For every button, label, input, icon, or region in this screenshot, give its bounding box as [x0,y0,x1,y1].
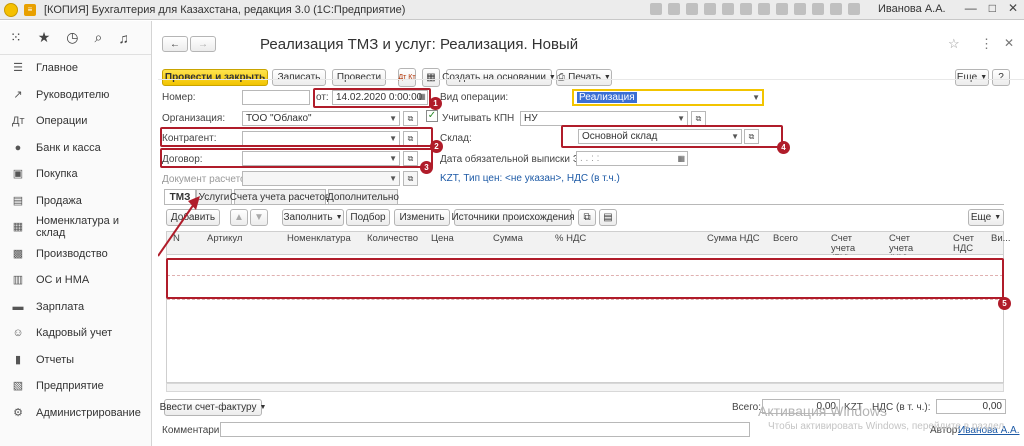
calendar-icon[interactable] [758,3,770,15]
toolbar-divider [158,79,1024,80]
favorites-star-icon[interactable]: ★ [38,29,51,46]
sidebar-item[interactable]: ☺ Кадровый учет [0,320,151,347]
sidebar-item-label: Руководителю [36,88,110,101]
sidebar-item[interactable]: ▦ Номенклатура и склад [0,214,151,241]
bell-icon[interactable] [794,3,806,15]
history-icon[interactable] [812,3,824,15]
sidebar-item[interactable]: ▬ Зарплата [0,294,151,321]
window-controls: — □ ✕ [965,1,1018,15]
sidebar-item[interactable]: ▮ Отчеты [0,347,151,374]
sidebar-item-label: Операции [36,115,88,128]
windows-activation-hint: Чтобы активировать Windows, перейдите в … [768,421,1005,432]
search-icon[interactable]: ⌕ [95,29,103,46]
sidebar-item-icon: ● [14,141,22,154]
sidebar-item-icon: ▧ [12,380,24,393]
notifications-bell-icon[interactable]: ♫ [118,30,129,46]
sidebar-item-icon: ▦ [12,221,24,234]
sidebar-item-icon: ▬ [12,300,24,313]
sidebar-item-label: Главное [36,62,79,75]
sidebar-item-icon: ⚙ [13,406,23,419]
current-user[interactable]: Иванова А.А. [878,3,946,15]
maximize-button[interactable]: □ [989,1,996,15]
sections-sidebar: ⁙ ★ ◷ ⌕ ♫ ☰ Главное ↗ Руководителю Дт Операци… [0,21,152,446]
sidebar-item-label: Номенклатура и склад [35,215,119,240]
sidebar-item-icon: ▩ [12,247,24,260]
chevron-down-icon: ▼ [259,404,267,411]
arrow-head [188,196,200,210]
sidebar-item-icon: ▤ [12,194,24,207]
window-titlebar: ≡ [КОПИЯ] Бухгалтерия для Казахстана, ре… [0,0,1024,20]
preview-icon[interactable] [686,3,698,15]
sidebar-item-label: Зарплата [36,300,85,313]
annotation-arrow [158,196,200,257]
comment-label: Комментарий: [162,425,228,436]
sidebar-item-label: Покупка [36,168,78,181]
close-window-button[interactable]: ✕ [1008,1,1018,15]
sidebar-item-icon: Дт [12,115,25,128]
sidebar-item[interactable]: ▧ Предприятие [0,373,151,400]
memory-icon[interactable] [776,3,788,15]
sidebar-item-label: Отчеты [36,353,75,366]
sidebar-item-label: Банк и касса [36,141,101,154]
sidebar-item[interactable]: Дт Операции [0,108,151,135]
sidebar-item[interactable]: ⚙ Администрирование [0,400,151,427]
sidebar-item-label: Кадровый учет [36,327,113,340]
sidebar-item-icon: ▣ [12,168,24,181]
app-logo-icon [4,2,18,17]
sidebar-item[interactable]: ▤ Продажа [0,188,151,215]
history-clock-icon[interactable]: ◷ [66,29,78,46]
sidebar-item[interactable]: ↗ Руководителю [0,82,151,109]
star-icon[interactable] [830,3,842,15]
sidebar-item-label: Продажа [36,194,82,207]
bookmark-icon[interactable] [848,3,860,15]
minimize-button[interactable]: — [965,1,977,15]
sidebar-item-label: Администрирование [36,406,141,419]
calc-icon[interactable] [740,3,752,15]
total-label: Всего: [732,402,761,413]
sidebar-item[interactable]: ● Банк и касса [0,135,151,162]
save-icon[interactable] [650,3,662,15]
titlebar-tools [650,3,860,15]
enter-invoice-button[interactable]: Ввести счет-фактуру ▼ [160,399,266,416]
windows-activation-watermark: Активация Windows [758,403,888,419]
apps-grid-icon[interactable]: ⁙ [10,29,22,46]
sidebar-item-label: Предприятие [36,380,104,393]
sidebar-item[interactable]: ☰ Главное [0,55,151,82]
document-form: ← → Реализация ТМЗ и услуг: Реализация. … [158,21,1024,446]
main-menu-icon[interactable]: ≡ [24,3,36,16]
sidebar-item-icon: ☰ [13,62,23,75]
link-icon[interactable] [722,3,734,15]
home-icon[interactable] [704,3,716,15]
enter-invoice-label: Ввести счет-фактуру [159,402,257,413]
sidebar-item[interactable]: ▥ ОС и НМА [0,267,151,294]
comment-field[interactable] [220,422,750,437]
window-title: [КОПИЯ] Бухгалтерия для Казахстана, реда… [44,3,406,16]
sidebar-list: ☰ Главное ↗ Руководителю Дт Операции ● Банк и к… [0,55,151,426]
sidebar-item-label: Производство [36,247,108,260]
vat-total-field: 0,00 [936,399,1006,414]
sidebar-item-icon: ▮ [14,353,22,366]
sidebar-toolbar: ⁙ ★ ◷ ⌕ ♫ [0,21,151,55]
sidebar-item[interactable]: ▩ Производство [0,241,151,268]
sidebar-item-icon: ↗ [13,88,23,101]
sidebar-item-icon: ▥ [12,274,24,287]
print-icon[interactable] [668,3,680,15]
sidebar-item-label: ОС и НМА [36,274,90,287]
arrow-line [158,203,195,257]
sidebar-item-icon: ☺ [12,327,24,340]
sidebar-item[interactable]: ▣ Покупка [0,161,151,188]
